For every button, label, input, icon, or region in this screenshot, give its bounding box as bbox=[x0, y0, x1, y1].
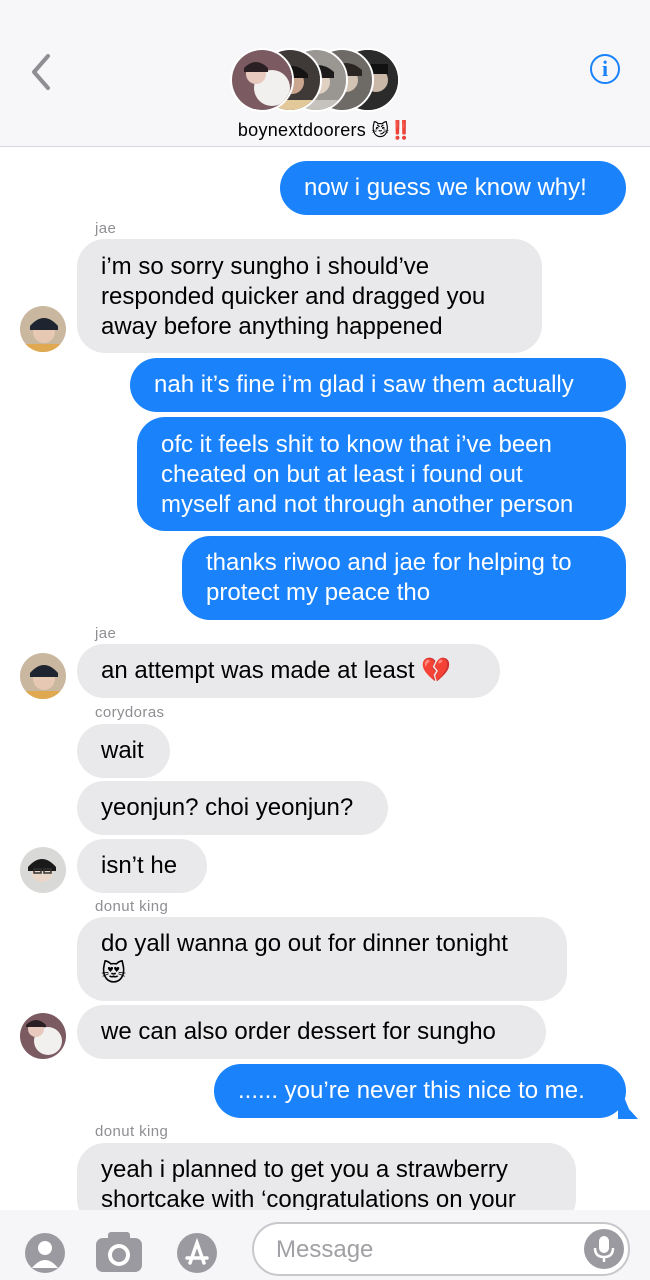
sender-name: jae bbox=[95, 625, 117, 642]
incoming-message[interactable]: i’m so sorry sungho i should’ve responde… bbox=[77, 239, 542, 353]
group-name-text: boynextdoorers bbox=[237, 120, 367, 140]
sender-avatar-corydoras[interactable] bbox=[20, 847, 66, 893]
app-store-icon[interactable] bbox=[176, 1232, 218, 1274]
message-text: an attempt was made at least 💔 bbox=[101, 657, 452, 684]
sender-name: donut king bbox=[95, 898, 169, 915]
message-thread[interactable]: now i guess we know why! jae i’m so sorr… bbox=[0, 147, 650, 1227]
message-input-container[interactable] bbox=[252, 1222, 630, 1276]
chevron-left-icon[interactable] bbox=[26, 50, 56, 94]
bubble-tail bbox=[618, 1097, 638, 1119]
message-text: ...... you’re never this nice to me. bbox=[238, 1077, 585, 1104]
sender-name: donut king bbox=[95, 1123, 169, 1140]
outgoing-message[interactable]: thanks riwoo and jae for helping to prot… bbox=[182, 536, 626, 620]
message-text: yeah i planned to get you a strawberry bbox=[101, 1156, 508, 1183]
message-text: responded quicker and dragged you bbox=[101, 283, 486, 310]
info-icon[interactable]: i bbox=[590, 54, 620, 84]
message-text: wait bbox=[101, 737, 144, 764]
memoji-icon[interactable] bbox=[24, 1232, 66, 1274]
incoming-message[interactable]: do yall wanna go out for dinner tonight … bbox=[77, 917, 567, 1001]
outgoing-message[interactable]: now i guess we know why! bbox=[280, 161, 626, 215]
sender-avatar-donut-king[interactable] bbox=[20, 1013, 66, 1059]
group-avatar-stack[interactable] bbox=[230, 48, 400, 112]
message-text: ofc it feels shit to know that i’ve been bbox=[161, 431, 552, 458]
message-emoji: 😻 bbox=[101, 960, 127, 987]
sender-name: corydoras bbox=[95, 704, 165, 721]
outgoing-message[interactable]: ...... you’re never this nice to me. bbox=[214, 1064, 626, 1118]
incoming-message[interactable]: an attempt was made at least 💔 bbox=[77, 644, 500, 698]
message-text: do yall wanna go out for dinner tonight bbox=[101, 930, 508, 957]
member-avatar bbox=[230, 48, 294, 112]
message-text: nah it’s fine i’m glad i saw them actual… bbox=[154, 371, 574, 398]
incoming-message[interactable]: yeonjun? choi yeonjun? bbox=[77, 781, 388, 835]
double-exclamation-icon: ‼️ bbox=[389, 120, 413, 140]
conversation-header: i boynextdoorers 😼‼️ bbox=[0, 0, 650, 147]
message-text: away before anything happened bbox=[101, 313, 443, 340]
outgoing-message[interactable]: ofc it feels shit to know that i’ve been… bbox=[137, 417, 626, 531]
message-text: i’m so sorry sungho i should’ve bbox=[101, 253, 430, 280]
message-input[interactable] bbox=[274, 1234, 568, 1266]
incoming-message[interactable]: wait bbox=[77, 724, 170, 778]
message-text: isn’t he bbox=[101, 852, 178, 879]
message-text: now i guess we know why! bbox=[304, 174, 587, 201]
microphone-icon[interactable] bbox=[584, 1229, 624, 1269]
sender-avatar-jae[interactable] bbox=[20, 653, 66, 699]
incoming-message[interactable]: isn’t he bbox=[77, 839, 207, 893]
message-text: thanks riwoo and jae for helping to bbox=[206, 549, 572, 576]
sender-avatar-jae[interactable] bbox=[20, 306, 66, 352]
message-text: we can also order dessert for sungho bbox=[101, 1018, 496, 1045]
group-title[interactable]: boynextdoorers 😼‼️ bbox=[0, 120, 650, 141]
message-text: myself and not through another person bbox=[161, 491, 574, 518]
message-text: cheated on but at least i found out bbox=[161, 461, 523, 488]
outgoing-message[interactable]: nah it’s fine i’m glad i saw them actual… bbox=[130, 358, 626, 412]
camera-icon[interactable] bbox=[94, 1230, 144, 1274]
sender-name: jae bbox=[95, 220, 117, 237]
incoming-message[interactable]: we can also order dessert for sungho bbox=[77, 1005, 546, 1059]
message-text: yeonjun? choi yeonjun? bbox=[101, 794, 354, 821]
group-emoji: 😼 bbox=[371, 121, 390, 140]
message-text: protect my peace tho bbox=[206, 579, 431, 606]
